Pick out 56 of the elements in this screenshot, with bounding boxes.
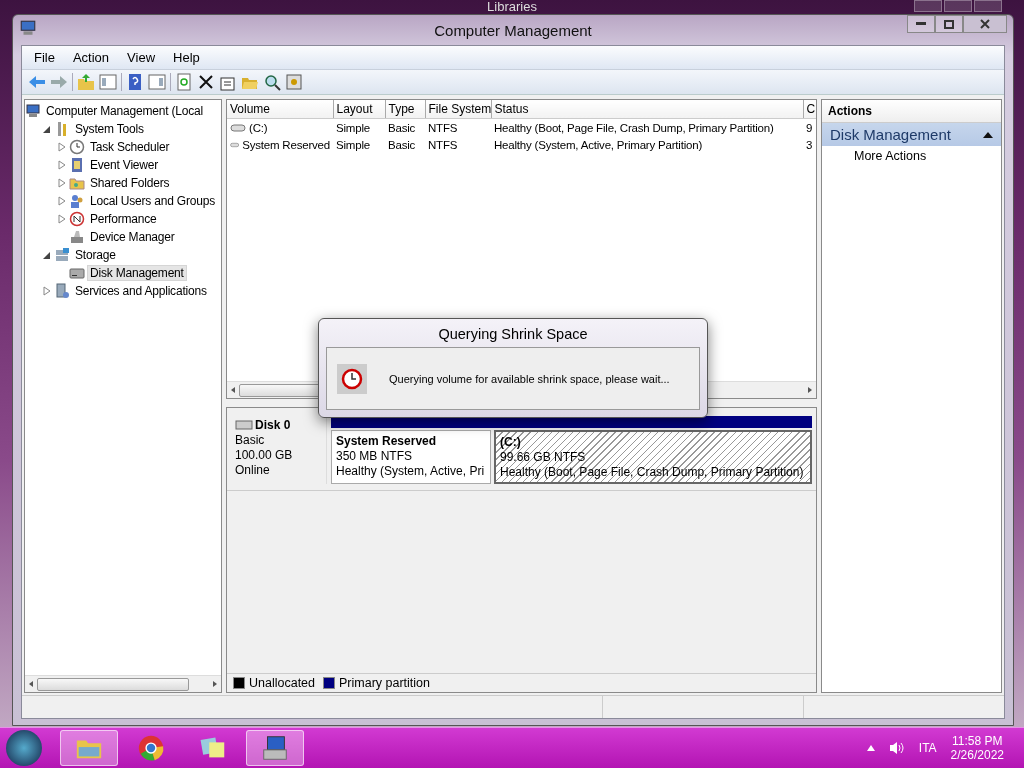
partition-block[interactable]: System Reserved 350 MB NTFS Healthy (System, Active, Pri bbox=[331, 430, 491, 484]
column-header[interactable]: Type bbox=[385, 100, 425, 119]
tree-item[interactable]: System Tools bbox=[72, 121, 147, 137]
menu-item[interactable]: View bbox=[119, 48, 164, 67]
column-header[interactable]: Volume bbox=[227, 100, 333, 119]
legend-label: Primary partition bbox=[339, 676, 430, 690]
tree-item[interactable]: Device Manager bbox=[87, 229, 178, 245]
column-header[interactable]: Layout bbox=[333, 100, 385, 119]
column-header[interactable]: Status bbox=[491, 100, 803, 119]
tree-item[interactable]: Performance bbox=[87, 211, 160, 227]
disk-status: Online bbox=[235, 463, 271, 477]
table-cell: Healthy (Boot, Page File, Crash Dump, Primary Partition) bbox=[491, 118, 803, 136]
menu-item[interactable]: File bbox=[26, 48, 63, 67]
table-cell: NTFS bbox=[425, 118, 491, 136]
window-title: Computer Management bbox=[434, 21, 592, 39]
table-cell: 9 bbox=[803, 118, 816, 136]
partition-size: 350 MB NTFS bbox=[336, 449, 414, 463]
disk-size: 100.00 GB bbox=[235, 448, 294, 462]
tree-item[interactable]: Disk Management bbox=[87, 265, 187, 281]
action-link[interactable]: More Actions bbox=[854, 149, 927, 163]
partition-name: (C:) bbox=[500, 435, 522, 449]
table-cell-text: Basic bbox=[387, 137, 417, 153]
tree-item[interactable]: Local Users and Groups bbox=[87, 193, 218, 209]
table-cell-text: Simple bbox=[335, 137, 371, 153]
dialog-title: Querying Shrink Space bbox=[437, 325, 589, 344]
partition-block[interactable]: (C:) 99.66 GB NTFS Healthy (Boot, Page File, Crash Dump, Primary Partition) bbox=[494, 430, 812, 484]
disk-type: Basic bbox=[235, 433, 266, 447]
tree-item[interactable]: Computer Management (Local bbox=[43, 103, 206, 119]
window-title: Libraries bbox=[487, 0, 537, 16]
table-cell-text: Healthy (System, Active, Primary Partition) bbox=[493, 137, 704, 153]
clock-time[interactable]: 11:58 PM bbox=[952, 734, 1003, 748]
table-cell: (C:) bbox=[249, 121, 268, 134]
partition-status: Healthy (System, Active, Pri bbox=[336, 464, 486, 478]
tree-item[interactable]: Shared Folders bbox=[87, 175, 173, 191]
tree-item[interactable]: Event Viewer bbox=[87, 157, 162, 173]
legend-label: Unallocated bbox=[249, 676, 315, 690]
tree-item[interactable]: Storage bbox=[72, 247, 119, 263]
column-header[interactable]: File System bbox=[425, 100, 491, 119]
section-header[interactable]: Disk Management bbox=[822, 123, 1001, 146]
disk-name: Disk 0 bbox=[255, 418, 291, 432]
partition-status: Healthy (Boot, Page File, Crash Dump, Primary Partition) bbox=[500, 465, 805, 479]
menu-item[interactable]: Action bbox=[64, 48, 118, 67]
partition-name: System Reserved bbox=[336, 434, 438, 448]
language-indicator[interactable]: ITA bbox=[918, 741, 937, 755]
table-cell-text: NTFS bbox=[427, 137, 459, 153]
tree-item[interactable]: Services and Applications bbox=[72, 283, 210, 299]
clock-date[interactable]: 2/26/2022 bbox=[950, 748, 1004, 762]
table-cell: Basic bbox=[385, 118, 425, 136]
menu-item[interactable]: Help bbox=[165, 48, 208, 67]
partition-size: 99.66 GB NTFS bbox=[500, 450, 587, 464]
table-cell: System Reserved bbox=[242, 138, 330, 151]
table-cell-text: 3 bbox=[805, 137, 814, 153]
section-title: Disk Management bbox=[830, 126, 951, 143]
tree-item[interactable]: Task Scheduler bbox=[87, 139, 173, 155]
dialog-message: Querying volume for available shrink space, please wait... bbox=[389, 372, 670, 385]
table-cell: Simple bbox=[333, 118, 385, 136]
